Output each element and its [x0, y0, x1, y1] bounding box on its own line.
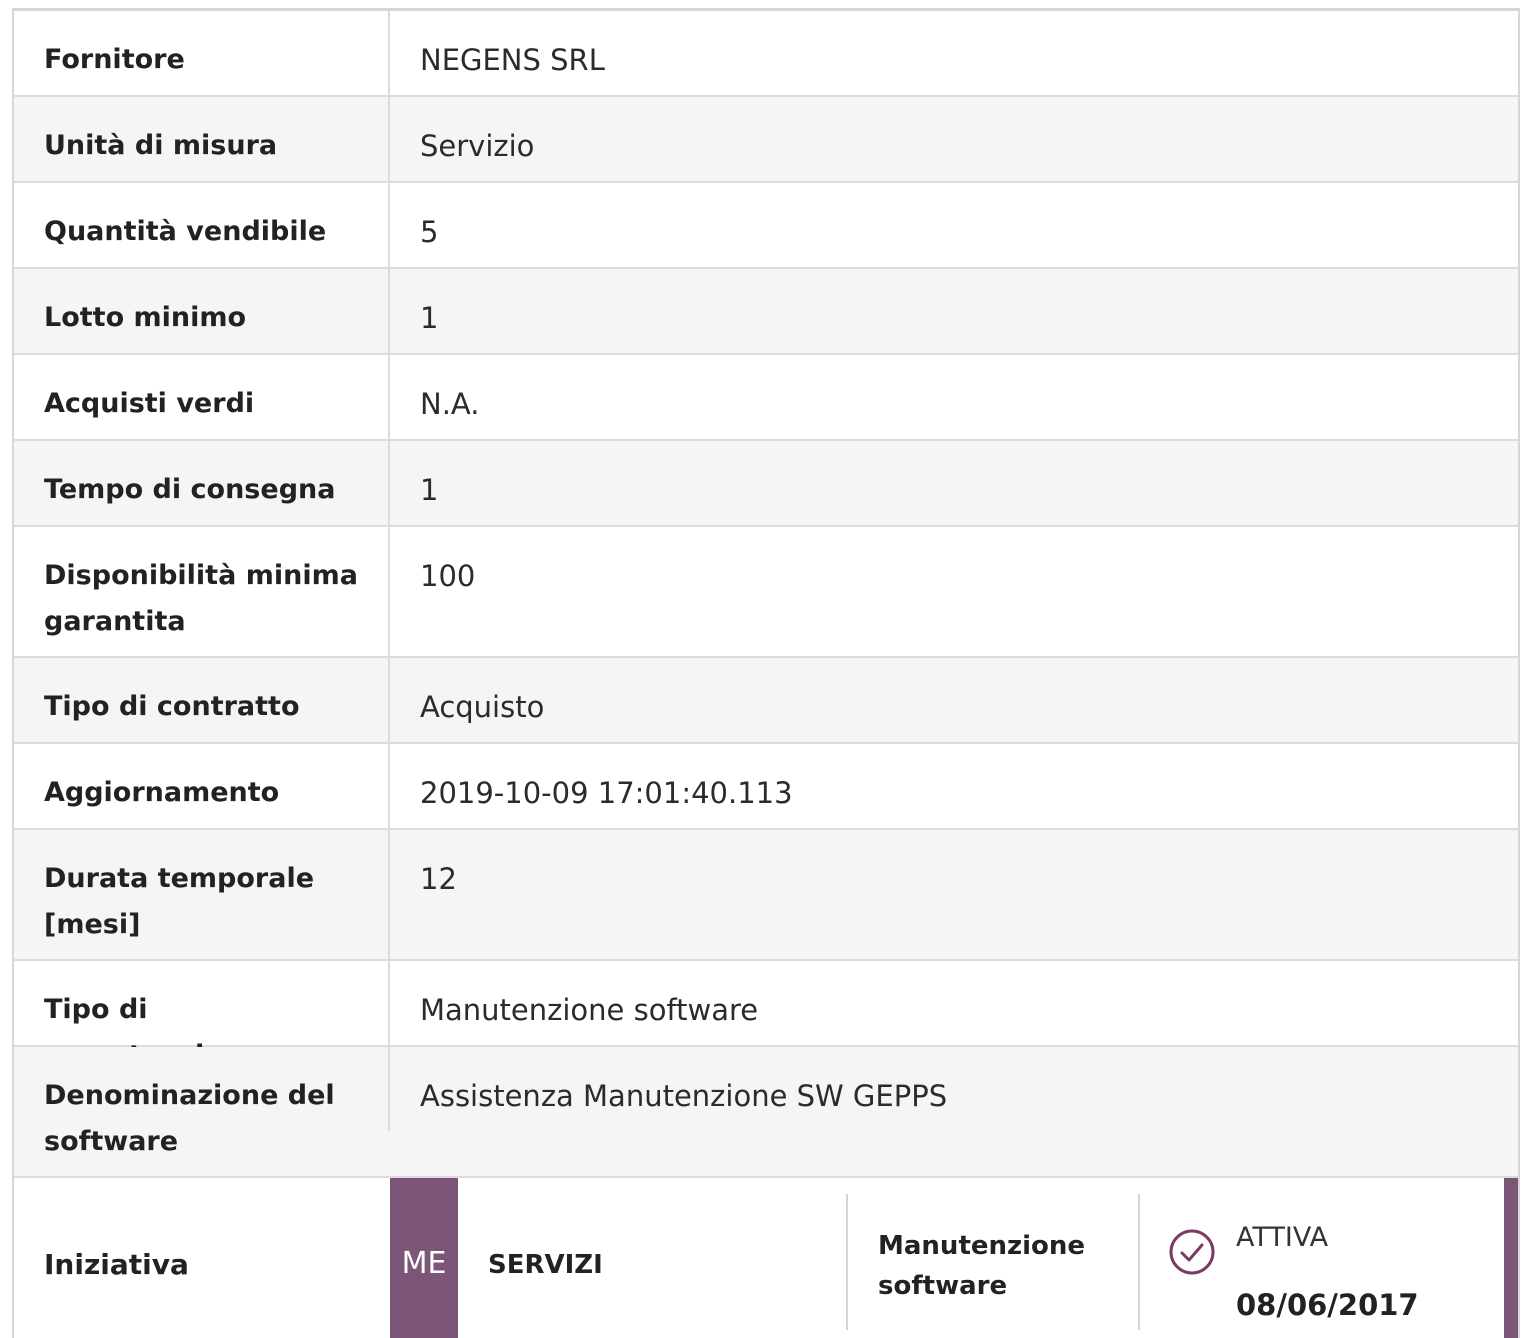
initiative-date: 08/06/2017	[1236, 1288, 1419, 1322]
detail-row-acquisti-verdi: Acquisti verdi N.A.	[14, 355, 1518, 441]
detail-row-durata-temporale: Durata temporale [mesi] 12	[14, 830, 1518, 961]
initiative-badge: ME	[390, 1178, 458, 1338]
initiative-status: ATTIVA	[1236, 1222, 1329, 1253]
detail-value: 100	[420, 559, 476, 593]
detail-row-quantita-vendibile: Quantità vendibile 5	[14, 183, 1518, 269]
detail-label: Tempo di consegna	[14, 441, 390, 525]
detail-row-unita-di-misura: Unità di misura Servizio	[14, 97, 1518, 183]
detail-label: Acquisti verdi	[14, 355, 390, 439]
detail-label: Disponibilità minima garantita	[14, 527, 390, 656]
detail-label: Lotto minimo	[14, 269, 390, 353]
check-circle-icon	[1168, 1228, 1216, 1276]
detail-row-aggiornamento: Aggiornamento 2019-10-09 17:01:40.113	[14, 744, 1518, 830]
detail-value: 1	[420, 473, 439, 507]
initiative-row: Iniziativa ME SERVIZI Manutenzione softw…	[14, 1178, 1518, 1338]
detail-label: Durata temporale [mesi]	[14, 830, 390, 959]
detail-row-tipo-di-contratto: Tipo di contratto Acquisto	[14, 658, 1518, 744]
detail-row-tempo-di-consegna: Tempo di consegna 1	[14, 441, 1518, 527]
initiative-type: Manutenzione software	[878, 1231, 1086, 1301]
detail-row-tipo-di-manutenzione: Tipo di manutenzione Manutenzione softwa…	[14, 961, 1518, 1071]
detail-label: Unità di misura	[14, 97, 390, 181]
detail-value: Manutenzione software	[420, 993, 759, 1027]
accent-bar	[1504, 1178, 1518, 1338]
detail-label: Aggiornamento	[14, 744, 390, 828]
detail-value: N.A.	[420, 387, 480, 421]
detail-value: 12	[420, 862, 457, 896]
initiative-category[interactable]: SERVIZI	[488, 1250, 603, 1280]
detail-label: Fornitore	[14, 11, 390, 95]
detail-row-denominazione-software: Denominazione del software Assistenza Ma…	[14, 1047, 1518, 1178]
detail-value: 5	[420, 215, 439, 249]
initiative-label: Iniziativa	[44, 1248, 189, 1281]
detail-label: Tipo di manutenzione	[14, 961, 390, 1071]
detail-value: 1	[420, 301, 439, 335]
details-table: Fornitore NEGENS SRL Unità di misura Ser…	[14, 11, 1518, 1178]
detail-value: Acquisto	[420, 690, 545, 724]
divider	[1138, 1194, 1140, 1330]
detail-value: NEGENS SRL	[420, 43, 605, 77]
detail-label: Denominazione del software	[44, 1080, 335, 1157]
product-details-panel: Fornitore NEGENS SRL Unità di misura Ser…	[12, 8, 1520, 1338]
detail-row-fornitore: Fornitore NEGENS SRL	[14, 11, 1518, 97]
detail-value: 2019-10-09 17:01:40.113	[420, 776, 793, 810]
detail-label: Tipo di contratto	[14, 658, 390, 742]
detail-label: Quantità vendibile	[14, 183, 390, 267]
detail-value: Assistenza Manutenzione SW GEPPS	[420, 1079, 948, 1113]
column-divider	[388, 1047, 390, 1131]
detail-value: Servizio	[420, 129, 535, 163]
detail-row-lotto-minimo: Lotto minimo 1	[14, 269, 1518, 355]
divider	[846, 1194, 848, 1330]
detail-row-disponibilita-minima: Disponibilità minima garantita 100	[14, 527, 1518, 658]
